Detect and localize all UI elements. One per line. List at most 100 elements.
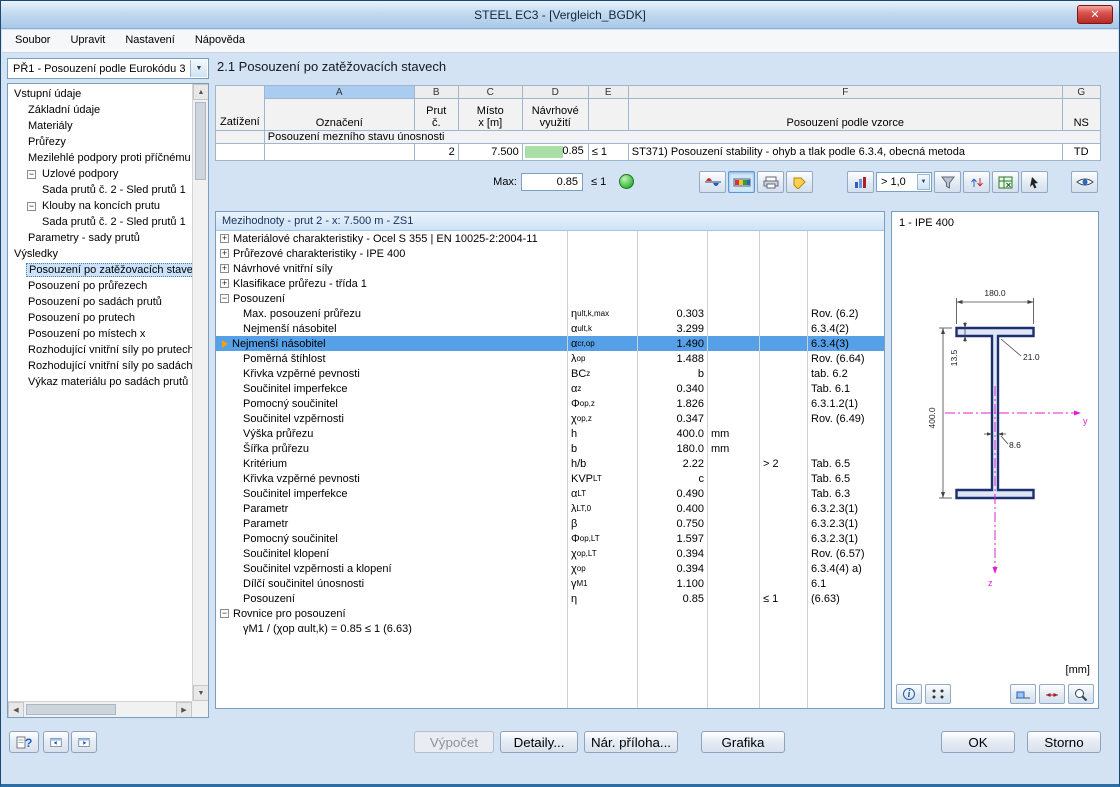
utilization-filter-select[interactable]: > 1,0 ▼ (876, 172, 932, 192)
col-letter-b[interactable]: B (414, 86, 458, 99)
navigator-item[interactable]: Základní údaje (8, 102, 192, 118)
col-header-prut[interactable]: Prut č. (414, 99, 458, 131)
menu-item-3[interactable]: Nápověda (185, 30, 255, 52)
navigator-item[interactable]: Výsledky (8, 246, 192, 262)
details-item-row[interactable]: Součinitel vzpěrnostiχop,z0.347Rov. (6.4… (216, 411, 884, 426)
navigator-item[interactable]: −Klouby na koncích prutu (8, 198, 192, 214)
expand-icon[interactable]: + (220, 264, 229, 273)
details-section-row[interactable]: +Klasifikace průřezu - třída 1 (216, 276, 884, 291)
design-case-select[interactable]: PŘ1 - Posouzení podle Eurokódu 3 ▼ (7, 58, 209, 79)
hscroll-thumb[interactable] (26, 704, 116, 715)
col-header-ns[interactable]: NS (1062, 99, 1100, 131)
navigator-item[interactable]: Mezilehlé podpory proti příčnému pou (8, 150, 192, 166)
details-item-row[interactable]: Posouzeníη0.85≤ 1(6.63) (216, 591, 884, 606)
navigator-item[interactable]: Materiály (8, 118, 192, 134)
col-letter-f[interactable]: F (628, 86, 1062, 99)
close-button[interactable]: ✕ (1077, 5, 1113, 24)
scroll-up-icon[interactable]: ▲ (193, 84, 209, 100)
details-item-row[interactable]: Pomocný součinitelΦop,z1.8266.3.1.2(1) (216, 396, 884, 411)
navigator-item[interactable]: Posouzení po místech x (8, 326, 192, 342)
details-section-row[interactable]: +Průřezové charakteristiky - IPE 400 (216, 246, 884, 261)
help-button[interactable]: ? (9, 731, 39, 753)
ok-button[interactable]: OK (941, 731, 1015, 753)
view-mode-button[interactable] (1071, 171, 1098, 193)
details-item-row[interactable]: Součinitel klopeníχop,LT0.394Rov. (6.57) (216, 546, 884, 561)
expand-icon[interactable]: + (220, 249, 229, 258)
col-header-navrhove-vyuziti[interactable]: Návrhové využití (522, 99, 588, 131)
details-section-row[interactable]: +Materiálové charakteristiky - Ocel S 35… (216, 231, 884, 246)
navigator-item[interactable]: Posouzení po průřezech (8, 278, 192, 294)
result-chart-button[interactable] (847, 171, 874, 193)
navigator-item[interactable]: −Uzlové podpory (8, 166, 192, 182)
details-item-row[interactable]: Křivka vzpěrné pevnostiBCzbtab. 6.2 (216, 366, 884, 381)
navigator-item[interactable]: Vstupní údaje (8, 86, 192, 102)
chevron-down-icon[interactable]: ▼ (917, 174, 930, 190)
details-item-row[interactable]: Dílčí součinitel únosnostiγM11.1006.1 (216, 576, 884, 591)
details-item-row[interactable]: Poměrná štíhlostλop1.488Rov. (6.64) (216, 351, 884, 366)
col-letter-a[interactable]: A (264, 86, 414, 99)
details-item-row[interactable]: Součinitel imperfekceαz0.340Tab. 6.1 (216, 381, 884, 396)
collapse-icon[interactable]: − (220, 294, 229, 303)
details-item-row[interactable]: Kritériumh/b2.22> 2Tab. 6.5 (216, 456, 884, 471)
result-diagrams-button[interactable] (699, 171, 726, 193)
navigator-item[interactable]: Sada prutů č. 2 - Sled prutů 1 (8, 182, 192, 198)
navigator-item[interactable]: Rozhodující vnitřní síly po prutech (8, 342, 192, 358)
stress-points-button[interactable] (925, 684, 951, 704)
details-item-row[interactable]: Pomocný součinitelΦop,LT1.5976.3.2.3(1) (216, 531, 884, 546)
details-item-row[interactable]: Parametrβ0.7506.3.2.3(1) (216, 516, 884, 531)
navigator-item[interactable]: Posouzení po sadách prutů (8, 294, 192, 310)
dimension-lines-button[interactable] (1039, 684, 1065, 704)
col-letter-c[interactable]: C (458, 86, 522, 99)
scroll-right-icon[interactable]: ▶ (176, 702, 192, 718)
col-letter-g[interactable]: G (1062, 86, 1100, 99)
designation-cell[interactable] (264, 144, 414, 161)
filter-button[interactable] (934, 171, 961, 193)
scroll-left-icon[interactable]: ◀ (8, 702, 24, 718)
col-header-oznaceni[interactable]: Označení (264, 99, 414, 131)
details-item-row[interactable]: Křivka vzpěrné pevnostiKVPLTcTab. 6.5 (216, 471, 884, 486)
navigator-item[interactable]: Posouzení po zatěžovacích stavech (8, 262, 192, 278)
col-letter-e[interactable]: E (588, 86, 628, 99)
location-x-cell[interactable]: 7.500 (458, 144, 522, 161)
utilization-cell[interactable]: 0.85 (522, 144, 588, 161)
excel-export-button[interactable] (992, 171, 1019, 193)
menu-item-2[interactable]: Nastavení (115, 30, 185, 52)
formula-cell[interactable]: ST371) Posouzení stability - ohyb a tlak… (628, 144, 1062, 161)
details-section-row[interactable]: +Návrhové vnitřní síly (216, 261, 884, 276)
national-annex-button[interactable]: Nár. příloha... (584, 731, 678, 753)
col-header-posouzeni-podle-vzorce[interactable]: Posouzení podle vzorce (628, 99, 1062, 131)
section-diagram-button[interactable] (1010, 684, 1036, 704)
navigator-item[interactable]: Sada prutů č. 2 - Sled prutů 1 (8, 214, 192, 230)
navigator-hscrollbar[interactable]: ◀ ▶ (8, 701, 192, 717)
expand-icon[interactable]: + (220, 279, 229, 288)
details-item-row[interactable]: Nejmenší násobitelαcr,op1.4906.3.4(3) (216, 336, 884, 351)
zoom-button[interactable] (1068, 684, 1094, 704)
navigator-item[interactable]: Parametry - sady prutů (8, 230, 192, 246)
print-results-button[interactable] (757, 171, 784, 193)
details-section-row[interactable]: −Rovnice pro posouzení (216, 606, 884, 621)
title-bar[interactable]: STEEL EC3 - [Vergleich_BGDK] ✕ (1, 1, 1119, 29)
collapse-icon[interactable]: − (27, 170, 36, 179)
col-header-e[interactable] (588, 99, 628, 131)
sort-button[interactable] (963, 171, 990, 193)
details-item-row[interactable]: Nejmenší násobitelαult,k3.2996.3.4(2) (216, 321, 884, 336)
next-window-button[interactable] (71, 731, 97, 753)
collapse-icon[interactable]: − (27, 202, 36, 211)
col-letter-d[interactable]: D (522, 86, 588, 99)
chevron-down-icon[interactable]: ▼ (190, 60, 207, 77)
colored-results-button[interactable] (728, 171, 755, 193)
details-item-row[interactable]: Výška průřezuh400.0mm (216, 426, 884, 441)
pick-member-button[interactable] (1021, 171, 1048, 193)
col-header-misto[interactable]: Místo x [m] (458, 99, 522, 131)
details-button[interactable]: Detaily... (500, 731, 578, 753)
details-item-row[interactable]: ParametrλLT,00.4006.3.2.3(1) (216, 501, 884, 516)
details-section-row[interactable]: −Posouzení (216, 291, 884, 306)
details-item-row[interactable]: Součinitel imperfekceαLT0.490Tab. 6.3 (216, 486, 884, 501)
cancel-button[interactable]: Storno (1027, 731, 1101, 753)
member-number-cell[interactable]: 2 (414, 144, 458, 161)
details-equation-row[interactable]: γM1 / (χop αult,k) = 0.85 ≤ 1 (6.63) (216, 621, 884, 636)
vscroll-thumb[interactable] (195, 102, 206, 180)
result-values-button[interactable] (786, 171, 813, 193)
ns-cell[interactable]: TD (1062, 144, 1100, 161)
navigator-item[interactable]: Průřezy (8, 134, 192, 150)
